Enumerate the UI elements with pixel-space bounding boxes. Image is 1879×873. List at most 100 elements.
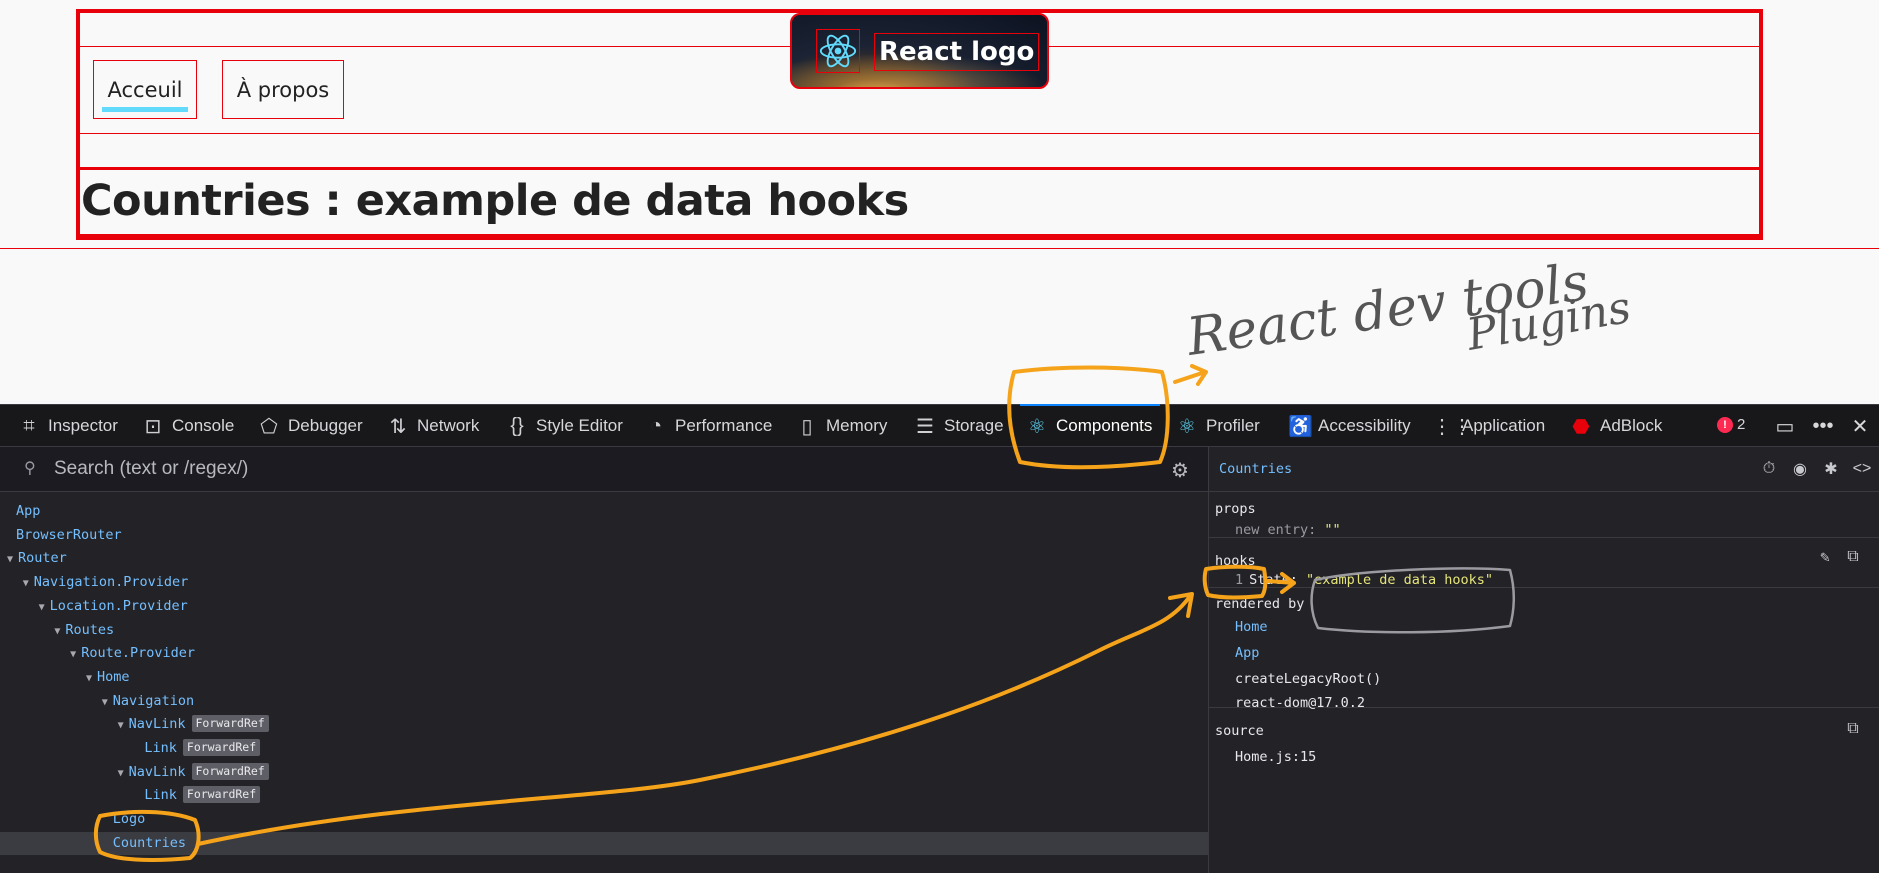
tab-label: Performance: [675, 416, 773, 435]
forwardref-badge: ForwardRef: [182, 739, 261, 756]
app-page: Acceuil À propos React logo Countries :: [0, 0, 1879, 404]
search-bar: ⚲ ⚙: [0, 447, 1208, 492]
tab-application[interactable]: ⋮⋮ Application: [1432, 405, 1545, 447]
react-icon: ⚛: [1028, 415, 1046, 438]
hooks-heading: hooks: [1215, 553, 1256, 569]
tree-row[interactable]: App: [0, 500, 1208, 523]
expand-arrow-icon[interactable]: ▼: [18, 572, 34, 595]
error-count[interactable]: ! 2: [1717, 416, 1745, 433]
tree-row[interactable]: ▼ NavLink ForwardRef: [0, 713, 1208, 736]
responsive-design-icon[interactable]: ▭: [1772, 413, 1798, 439]
hook-state[interactable]: 1 State: "example de data hooks": [1235, 572, 1493, 588]
component-name: Home: [97, 668, 130, 685]
magic-wand-icon[interactable]: ✎: [1815, 546, 1835, 566]
copy-icon[interactable]: ⧉: [1843, 546, 1863, 566]
close-icon[interactable]: ✕: [1847, 413, 1873, 439]
tree-row[interactable]: BrowserRouter: [0, 524, 1208, 547]
prop-new-entry[interactable]: new entry: "": [1235, 522, 1341, 538]
devtools-toolbar: ⌗ Inspector ⊡ Console ⬠ Debugger ⇅ Netwo…: [0, 404, 1879, 447]
adblock-icon: ⬣: [1572, 415, 1590, 438]
tab-components[interactable]: ⚛ Components: [1019, 404, 1161, 447]
tree-row[interactable]: Logo: [0, 808, 1208, 831]
prop-key: new entry: [1235, 522, 1309, 538]
tab-memory[interactable]: ▯ Memory: [796, 405, 887, 447]
tab-label: Console: [172, 416, 235, 435]
view-source-icon[interactable]: <>: [1852, 459, 1872, 479]
nav-link-home[interactable]: Acceuil: [93, 60, 197, 119]
tab-style-editor[interactable]: {} Style Editor: [506, 405, 623, 447]
rendered-by-app[interactable]: App: [1235, 645, 1259, 661]
page-title: Countries : example de data hooks: [81, 176, 909, 226]
tab-label: Debugger: [288, 416, 363, 435]
source-heading: source: [1215, 723, 1264, 739]
network-icon: ⇅: [389, 415, 407, 438]
timer-icon[interactable]: ⏱: [1759, 459, 1779, 479]
component-name: Link: [144, 740, 177, 756]
gear-icon[interactable]: ⚙: [1168, 458, 1192, 482]
forwardref-badge: ForwardRef: [182, 786, 261, 804]
tab-inspector[interactable]: ⌗ Inspector: [18, 405, 118, 447]
components-tree-panel: ⚲ ⚙ AppBrowserRouter▼Router▼Navigation.P…: [0, 447, 1208, 873]
search-input[interactable]: [54, 455, 1154, 483]
expand-arrow-icon[interactable]: ▼: [81, 667, 97, 690]
application-icon: ⋮⋮: [1432, 415, 1472, 438]
props-section: props new entry: "": [1209, 492, 1879, 538]
prop-value: "": [1324, 522, 1341, 538]
tab-adblock[interactable]: ⬣ AdBlock: [1570, 405, 1662, 447]
nav-home-label: Acceuil: [107, 77, 183, 102]
tab-profiler[interactable]: ⚛ Profiler: [1176, 405, 1260, 447]
search-icon: ⚲: [24, 460, 36, 477]
eye-icon[interactable]: ◉: [1790, 459, 1810, 479]
tree-row[interactable]: ▼ NavLink ForwardRef: [0, 761, 1208, 784]
more-options-icon[interactable]: •••: [1810, 413, 1836, 439]
selected-component-name: Countries: [1219, 461, 1293, 477]
page-divider: [0, 248, 1879, 249]
tab-label: Storage: [944, 416, 1004, 435]
tree-row[interactable]: ▼ Router: [0, 547, 1208, 570]
expand-arrow-icon[interactable]: ▼: [49, 620, 65, 643]
tab-storage[interactable]: ☰ Storage: [914, 405, 1004, 447]
tree-row[interactable]: ▼ Route.Provider: [0, 642, 1208, 665]
tab-accessibility[interactable]: ♿ Accessibility: [1288, 405, 1411, 447]
tab-label: Components: [1056, 416, 1153, 435]
bug-icon[interactable]: ✱: [1821, 459, 1841, 479]
header-spacer-outline: [78, 133, 1761, 168]
component-name: Location.Provider: [49, 597, 188, 614]
hook-value: "example de data hooks": [1306, 572, 1493, 588]
tree-row[interactable]: ▼ Home: [0, 666, 1208, 689]
tree-row[interactable]: Link ForwardRef: [0, 737, 1208, 760]
component-name: Link: [144, 787, 177, 804]
tab-label: Application: [1462, 416, 1546, 435]
copy-icon[interactable]: ⧉: [1843, 718, 1863, 738]
expand-arrow-icon[interactable]: ▼: [65, 643, 81, 666]
expand-arrow-icon[interactable]: ▼: [113, 762, 129, 785]
hooks-section: hooks ✎ ⧉ 1 State: "example de data hooks…: [1209, 538, 1879, 588]
expand-arrow-icon[interactable]: ▼: [2, 548, 18, 571]
console-icon: ⊡: [144, 415, 162, 438]
rendered-by-home[interactable]: Home: [1235, 619, 1268, 635]
component-name: Countries: [112, 834, 186, 851]
react-icon: ⚛: [1178, 415, 1196, 438]
tree-row[interactable]: ▼ Location.Provider: [0, 595, 1208, 618]
tree-row[interactable]: ▼ Routes: [0, 619, 1208, 642]
expand-arrow-icon[interactable]: ▼: [34, 596, 50, 619]
tree-row[interactable]: ▼ Navigation.Provider: [0, 571, 1208, 594]
tree-row[interactable]: ▼ Navigation: [0, 690, 1208, 713]
expand-arrow-icon[interactable]: ▼: [113, 714, 129, 737]
performance-icon: ◔: [649, 414, 663, 437]
tab-label: Style Editor: [536, 416, 623, 435]
tab-debugger[interactable]: ⬠ Debugger: [258, 405, 363, 447]
component-name: Router: [18, 550, 67, 567]
source-section: source ⧉ Home.js:15: [1209, 708, 1879, 768]
error-icon: !: [1717, 416, 1733, 433]
accessibility-icon: ♿: [1288, 415, 1313, 438]
source-location[interactable]: Home.js:15: [1235, 749, 1316, 765]
tab-console[interactable]: ⊡ Console: [142, 405, 235, 447]
nav-link-about[interactable]: À propos: [222, 60, 344, 119]
expand-arrow-icon[interactable]: ▼: [97, 691, 113, 714]
tree-row[interactable]: Link ForwardRef: [0, 784, 1208, 807]
tree-row[interactable]: Countries: [0, 831, 1208, 855]
react-logo: React logo: [790, 13, 1049, 89]
tab-network[interactable]: ⇅ Network: [387, 405, 480, 447]
tab-performance[interactable]: ◔ Performance: [645, 405, 772, 447]
